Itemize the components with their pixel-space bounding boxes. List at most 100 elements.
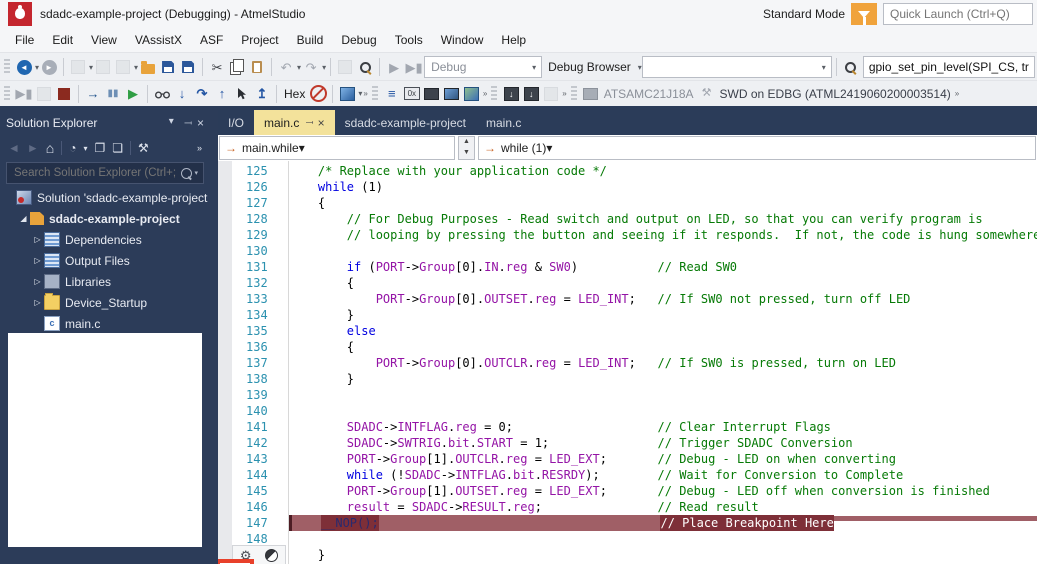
new-project-button[interactable] <box>68 56 88 78</box>
code-line-143[interactable]: 143 PORT -> Group [1]. OUTCLR. reg = LED_EXT;… <box>218 451 1037 467</box>
code-line-132[interactable]: 132 { <box>218 275 1037 291</box>
save-button[interactable] <box>158 56 178 78</box>
va-find-button[interactable] <box>841 56 861 78</box>
io-view-button[interactable] <box>462 83 482 105</box>
line-number[interactable]: 146 <box>218 499 288 515</box>
toolbar-overflow[interactable]: » <box>955 89 959 98</box>
code-line-130[interactable]: 130 <box>218 243 1037 259</box>
search-dropdown[interactable]: ▾ <box>194 169 198 177</box>
code-line-145[interactable]: 145 PORT -> Group [1]. OUTSET. reg = LED_EXT;… <box>218 483 1037 499</box>
solution-search-input[interactable] <box>12 166 182 180</box>
menu-window[interactable]: Window <box>432 29 493 51</box>
line-number[interactable]: 142 <box>218 435 288 451</box>
properties-wrench-button[interactable]: ⚒ <box>138 141 149 155</box>
line-number[interactable]: 134 <box>218 307 288 323</box>
tree-expanded-arrow[interactable]: ◢ <box>18 214 29 223</box>
undo-button[interactable]: ↶ <box>276 56 296 78</box>
tree-item-device-startup[interactable]: ▷ Device_Startup <box>0 292 210 313</box>
quick-watch-button[interactable] <box>152 83 172 105</box>
code-line-140[interactable]: 140 <box>218 403 1037 419</box>
navigate-back-button[interactable]: ◄ <box>14 56 34 78</box>
device-view-button[interactable] <box>442 83 462 105</box>
nav-spinner[interactable]: ▲ ▼ <box>458 136 475 160</box>
memory-button[interactable]: 0x <box>402 83 422 105</box>
start-without-debugging-button[interactable]: ▶▮ <box>404 56 424 78</box>
va-search-input[interactable] <box>862 56 1035 78</box>
code-line-126[interactable]: 126 while (1) <box>218 179 1037 195</box>
code-line-129[interactable]: 129 // looping by pressing the button an… <box>218 227 1037 243</box>
code-line-137[interactable]: 137 PORT -> Group [0]. OUTCLR. reg = LED_INT;… <box>218 355 1037 371</box>
pin-icon[interactable]: ⊺ <box>303 120 314 125</box>
tree-item-libraries[interactable]: ▷ Libraries <box>0 271 210 292</box>
line-number[interactable]: 139 <box>218 387 288 403</box>
line-number[interactable]: 135 <box>218 323 288 339</box>
save-all-button[interactable] <box>178 56 198 78</box>
device-selector[interactable] <box>581 83 601 105</box>
toolbar-overflow[interactable]: » <box>363 89 367 98</box>
menu-tools[interactable]: Tools <box>386 29 432 51</box>
disable-breakpoint-button[interactable] <box>265 549 279 562</box>
tab-2-sdadc-example-project[interactable]: sdadc-example-project <box>335 110 476 135</box>
line-number[interactable]: 147 <box>218 515 288 531</box>
tab-1-main-c[interactable]: main.c ⊺ × <box>254 110 335 135</box>
code-line-136[interactable]: 136 { <box>218 339 1037 355</box>
code-line-133[interactable]: 133 PORT -> Group [0]. OUTSET. reg = LED_INT;… <box>218 291 1037 307</box>
debug-browser-combo[interactable]: ▾ <box>641 56 832 78</box>
menu-asf[interactable]: ASF <box>191 29 232 51</box>
open-file-button[interactable] <box>138 56 158 78</box>
code-line-131[interactable]: 131 if (PORT -> Group [0]. IN. reg & SW0) // … <box>218 259 1037 275</box>
spin-up-icon[interactable]: ▲ <box>459 137 474 148</box>
se-back-button[interactable]: ◄ <box>8 141 20 155</box>
window-layout-button[interactable] <box>335 56 355 78</box>
break-all-disabled-button[interactable]: ▶▮ <box>14 83 34 105</box>
pending-changes-button[interactable]: ◔ <box>69 141 76 155</box>
code-line-139[interactable]: 139 <box>218 387 1037 403</box>
menu-vassistx[interactable]: VAssistX <box>126 29 191 51</box>
program-device-alt-button[interactable]: ↓ <box>521 83 541 105</box>
show-next-statement-button[interactable]: → <box>83 83 103 105</box>
code-line-142[interactable]: 142 SDADC -> SWTRIG. bit. START = 1; // Trig… <box>218 435 1037 451</box>
code-line-128[interactable]: 128 // For Debug Purposes - Read switch … <box>218 211 1037 227</box>
code-line-146[interactable]: 146 result = SDADC -> RESULT. reg; // Read … <box>218 499 1037 515</box>
pending-changes-dropdown[interactable]: ▾ <box>84 144 88 153</box>
line-number[interactable]: 145 <box>218 483 288 499</box>
line-number[interactable]: 138 <box>218 371 288 387</box>
code-line-148[interactable]: 148 <box>218 531 1037 547</box>
code-line-134[interactable]: 134 } <box>218 307 1037 323</box>
copy-button[interactable] <box>227 56 247 78</box>
code-line-135[interactable]: 135 else <box>218 323 1037 339</box>
erase-device-button[interactable] <box>541 83 561 105</box>
code-line-125[interactable]: 125 /* Replace with your application cod… <box>218 163 1037 179</box>
search-icon[interactable] <box>181 167 193 179</box>
line-number[interactable]: 132 <box>218 275 288 291</box>
debug-windows-button[interactable] <box>337 83 357 105</box>
new-file-button[interactable] <box>113 56 133 78</box>
program-device-button[interactable]: ↓ <box>501 83 521 105</box>
menu-view[interactable]: View <box>82 29 126 51</box>
step-out-button[interactable]: ↑ <box>212 83 232 105</box>
menu-file[interactable]: File <box>6 29 43 51</box>
toolbar-overflow[interactable]: » <box>483 89 487 98</box>
line-number[interactable]: 143 <box>218 451 288 467</box>
spin-down-icon[interactable]: ▼ <box>459 148 474 159</box>
step-over-button[interactable]: ↷ <box>192 83 212 105</box>
restart-button[interactable] <box>34 83 54 105</box>
line-number[interactable]: 137 <box>218 355 288 371</box>
line-number[interactable]: 140 <box>218 403 288 419</box>
code-line-127[interactable]: 127 { <box>218 195 1037 211</box>
cut-button[interactable]: ✂ <box>207 56 227 78</box>
toolbar-grip[interactable] <box>4 85 10 102</box>
continue-button[interactable]: ▶ <box>123 83 143 105</box>
line-number[interactable]: 141 <box>218 419 288 435</box>
break-all-button[interactable]: ▮▮ <box>103 83 123 105</box>
select-cursor-button[interactable] <box>232 83 252 105</box>
call-stack-button[interactable]: ≡ <box>382 83 402 105</box>
collapse-all-button[interactable]: ❏ <box>112 141 123 155</box>
feedback-filter-button[interactable] <box>851 3 877 25</box>
tree-item-output-files[interactable]: ▷ Output Files <box>0 250 210 271</box>
disable-breakpoints-button[interactable] <box>308 83 328 105</box>
se-toolbar-overflow[interactable]: » <box>197 143 202 153</box>
tree-collapsed-arrow[interactable]: ▷ <box>32 298 43 307</box>
line-number[interactable]: 128 <box>218 211 288 227</box>
step-into-button[interactable]: ↓ <box>172 83 192 105</box>
